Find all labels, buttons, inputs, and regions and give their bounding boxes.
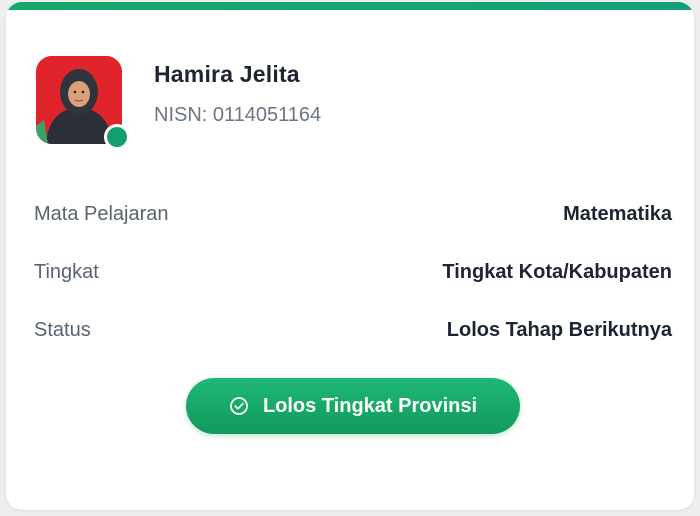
detail-value: Tingkat Kota/Kabupaten [442, 260, 672, 283]
avatar-container [36, 56, 130, 150]
check-circle-icon [229, 396, 249, 416]
student-card: Hamira Jelita NISN: 0114051164 Mata Pela… [6, 2, 694, 510]
student-nisn: NISN: 0114051164 [154, 104, 322, 126]
student-name: Hamira Jelita [154, 61, 300, 87]
detail-label: Status [34, 318, 91, 341]
qualified-province-button[interactable]: Lolos Tingkat Provinsi [186, 378, 520, 434]
detail-row-level: Tingkat Tingkat Kota/Kabupaten [34, 243, 672, 301]
online-status-dot [104, 124, 130, 150]
detail-row-status: Status Lolos Tahap Berikutnya [34, 301, 672, 359]
detail-value: Matematika [563, 202, 672, 225]
card-top-accent [6, 2, 694, 10]
student-identity: Hamira Jelita NISN: 0114051164 [154, 56, 321, 127]
qualified-province-label: Lolos Tingkat Provinsi [262, 394, 478, 417]
detail-label: Mata Pelajaran [34, 202, 169, 225]
student-details: Mata Pelajaran Matematika Tingkat Tingka… [34, 185, 672, 359]
detail-label: Tingkat [34, 260, 99, 283]
detail-row-subject: Mata Pelajaran Matematika [34, 185, 672, 243]
detail-value: Lolos Tahap Berikutnya [446, 318, 672, 341]
student-profile: Hamira Jelita NISN: 0114051164 [36, 56, 321, 150]
